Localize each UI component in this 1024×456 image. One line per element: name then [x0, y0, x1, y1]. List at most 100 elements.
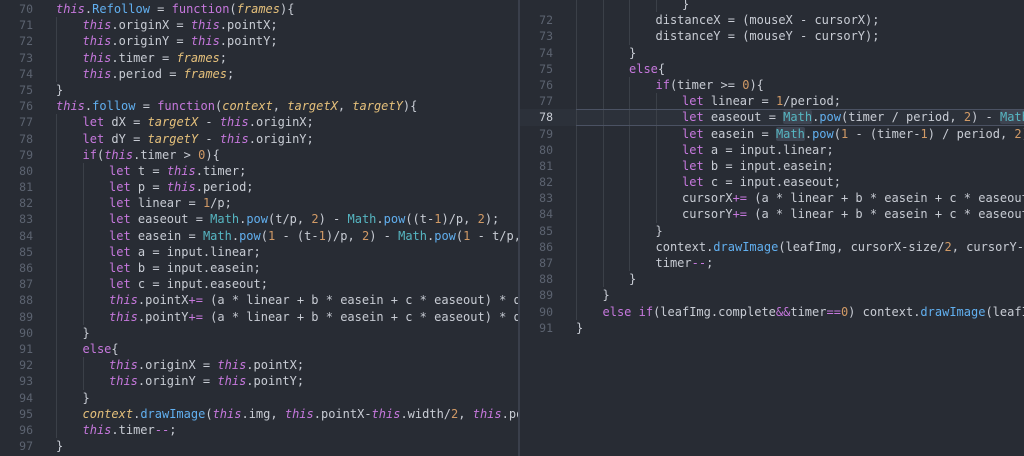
line-number[interactable]: 74: [520, 45, 553, 61]
code-line[interactable]: 92 this.originX = this.pointX;: [0, 357, 518, 374]
code-line[interactable]: 91}: [520, 320, 1024, 336]
code-line[interactable]: 89 this.pointY+= (a * linear + b * easein…: [0, 308, 518, 325]
line-number[interactable]: 93: [0, 373, 33, 389]
code-text[interactable]: this.originY = this.pointY;: [83, 33, 278, 49]
code-line[interactable]: 70 this.Refollow = function(frames){: [0, 1, 518, 17]
code-line[interactable]: 76 this.follow = function(context, target…: [0, 98, 518, 114]
line-number[interactable]: 77: [520, 93, 553, 109]
code-text[interactable]: }: [629, 45, 636, 61]
line-number[interactable]: 76: [0, 98, 33, 114]
line-number[interactable]: 79: [0, 147, 33, 163]
code-line[interactable]: 79 let easein = Math.pow(1 - (timer-1) / …: [520, 125, 1024, 142]
line-number[interactable]: 75: [520, 61, 553, 77]
code-text[interactable]: }: [603, 287, 610, 303]
code-text[interactable]: }: [656, 223, 663, 239]
line-number[interactable]: 91: [0, 341, 33, 357]
code-line[interactable]: 95 context.drawImage(this.img, this.point…: [0, 405, 519, 422]
code-line[interactable]: 80 let a = input.linear;: [520, 141, 1024, 158]
line-number[interactable]: 91: [520, 320, 553, 336]
code-text[interactable]: this.follow = function(context, targetX,…: [56, 98, 417, 114]
line-number[interactable]: 77: [0, 114, 33, 130]
code-text[interactable]: context.drawImage(this.img, this.pointX-…: [83, 406, 519, 422]
code-text[interactable]: timer--;: [656, 255, 714, 271]
code-text[interactable]: cursorX+= (a * linear + b * easein + c *…: [682, 190, 1024, 206]
code-text[interactable]: let p = this.period;: [109, 179, 254, 195]
code-text[interactable]: let dX = targetX - this.originX;: [83, 114, 314, 130]
editor-pane-left[interactable]: 70 this.Refollow = function(frames){71 thi…: [0, 0, 518, 456]
line-number[interactable]: 89: [0, 309, 33, 325]
line-number[interactable]: 79: [520, 126, 553, 142]
line-number[interactable]: 97: [0, 438, 33, 454]
line-number[interactable]: 90: [0, 325, 33, 341]
line-number[interactable]: 86: [520, 239, 553, 255]
code-text[interactable]: this.originY = this.pointY;: [109, 373, 304, 389]
line-number[interactable]: 94: [0, 390, 33, 406]
code-text[interactable]: else if(leafImg.complete&&timer==0) cont…: [603, 304, 1024, 320]
line-number[interactable]: 92: [0, 357, 33, 373]
code-text[interactable]: this.pointX+= (a * linear + b * easein +…: [109, 292, 518, 308]
line-number[interactable]: 84: [0, 228, 33, 244]
code-line[interactable]: 78 let dY = targetY - this.originY;: [0, 130, 518, 147]
line-number[interactable]: 75: [0, 82, 33, 98]
code-line[interactable]: 88 this.pointX+= (a * linear + b * easein…: [0, 292, 518, 309]
code-line[interactable]: 77 let linear = 1/period;: [520, 93, 1024, 110]
code-line[interactable]: 73 this.timer = frames;: [0, 49, 518, 66]
line-number[interactable]: 88: [0, 292, 33, 308]
line-number[interactable]: 72: [520, 12, 553, 28]
editor-pane-right[interactable]: } 72 distanceX = (mouseX - cursorX); 73 dist…: [520, 0, 1024, 456]
code-text[interactable]: this.timer = frames;: [83, 50, 228, 66]
code-text[interactable]: cursorY+= (a * linear + b * easein + c *…: [682, 206, 1024, 222]
code-text[interactable]: }: [83, 325, 90, 341]
code-line[interactable]: 81 let p = this.period;: [0, 179, 518, 196]
code-line[interactable]: 76 if(timer >= 0){: [520, 76, 1024, 94]
code-text[interactable]: }: [576, 320, 583, 336]
code-line[interactable]: 93 this.originY = this.pointY;: [0, 373, 518, 390]
code-text[interactable]: let b = input.easein;: [109, 260, 261, 276]
line-number[interactable]: 96: [0, 422, 33, 438]
code-line[interactable]: 82 let linear = 1/p;: [0, 195, 518, 212]
code-text[interactable]: this.originX = this.pointX;: [83, 17, 278, 33]
code-line[interactable]: 90 else if(leafImg.complete&&timer==0) co…: [520, 303, 1024, 320]
code-line[interactable]: 87 let c = input.easeout;: [0, 276, 518, 293]
code-text[interactable]: this.Refollow = function(frames){: [56, 1, 294, 17]
code-text[interactable]: let c = input.easeout;: [109, 276, 268, 292]
code-line[interactable]: 74 this.period = frames;: [0, 65, 518, 82]
line-number[interactable]: 85: [0, 244, 33, 260]
code-text[interactable]: let easeout = Math.pow(timer / period, 2…: [682, 109, 1024, 125]
line-number[interactable]: 73: [520, 28, 553, 44]
code-text[interactable]: context.drawImage(leafImg, cursorX-size/…: [656, 239, 1024, 255]
code-line[interactable]: 85 let a = input.linear;: [0, 243, 518, 260]
line-number[interactable]: 82: [520, 174, 553, 190]
code-text[interactable]: let easein = Math.pow(1 - (timer-1) / pe…: [682, 126, 1024, 142]
line-number[interactable]: 95: [0, 406, 33, 422]
code-line[interactable]: 85}: [520, 222, 1024, 239]
line-number[interactable]: 78: [520, 109, 553, 125]
line-number[interactable]: 80: [520, 142, 553, 158]
code-text[interactable]: }: [56, 82, 63, 98]
code-text[interactable]: let b = input.easein;: [682, 158, 834, 174]
code-line[interactable]: 86 context.drawImage(leafImg, cursorX-siz…: [520, 238, 1024, 255]
code-text[interactable]: distanceY = (mouseY - cursorY);: [656, 28, 880, 44]
code-line[interactable]: 91 else{: [0, 340, 518, 358]
code-line[interactable]: 83 cursorX+= (a * linear + b * easein + c…: [520, 190, 1024, 207]
code-line[interactable]: 90}: [0, 324, 518, 341]
code-text[interactable]: let t = this.timer;: [109, 163, 246, 179]
line-number[interactable]: 76: [520, 77, 553, 93]
code-line[interactable]: 74}: [520, 44, 1024, 61]
code-line[interactable]: 96 this.timer--;: [0, 421, 518, 439]
line-number[interactable]: 72: [0, 33, 33, 49]
line-number[interactable]: 90: [520, 304, 553, 320]
code-text[interactable]: }: [629, 271, 636, 287]
code-text[interactable]: else{: [83, 341, 119, 357]
code-text[interactable]: this.pointY+= (a * linear + b * easein +…: [109, 309, 518, 325]
code-text[interactable]: let c = input.easeout;: [682, 174, 841, 190]
code-text[interactable]: this.originX = this.pointX;: [109, 357, 304, 373]
line-number[interactable]: 74: [0, 66, 33, 82]
code-line[interactable]: 94}: [0, 389, 518, 406]
code-line[interactable]: 86 let b = input.easein;: [0, 260, 518, 277]
code-line[interactable]: 79 if(this.timer > 0){: [0, 146, 518, 163]
code-text[interactable]: this.timer--;: [83, 422, 177, 438]
code-line[interactable]: 84 cursorY+= (a * linear + b * easein + c…: [520, 206, 1024, 223]
code-line[interactable]: 72 this.originY = this.pointY;: [0, 33, 518, 50]
line-number[interactable]: 86: [0, 260, 33, 276]
